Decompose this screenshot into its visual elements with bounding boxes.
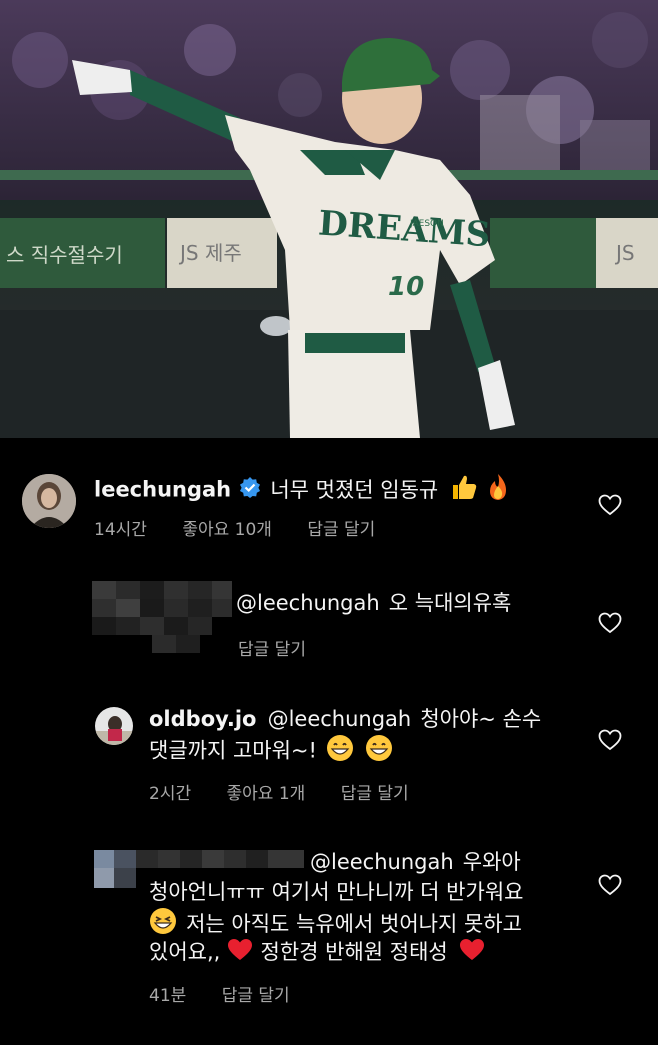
jersey-number: 10 xyxy=(388,272,424,302)
comment-text-line4b: 정한경 반해원 정태성 xyxy=(260,940,448,964)
banner-left-text: 스 직수절수기 xyxy=(6,243,123,267)
comment-mention[interactable]: @leechungah xyxy=(310,850,454,874)
comment-reply-item: @leechungah 오 늑대의유혹 답글 달기 xyxy=(0,558,658,668)
comment-mention[interactable]: @leechungah xyxy=(268,707,412,731)
comment-text-line4a: 있어요,, xyxy=(149,940,221,964)
like-heart-icon[interactable] xyxy=(598,729,622,751)
comment-reply-item: oldboy.jo @leechungah 청아야~ 손수 댓글까지 고마워~!… xyxy=(0,683,658,823)
comment-meta: 14시간 좋아요 10개 답글 달기 xyxy=(94,515,405,540)
banner-mid-text: JS 제주 xyxy=(178,241,242,265)
comment-text: 너무 멋졌던 임동규 xyxy=(270,477,439,502)
grinning-face-icon xyxy=(326,734,354,772)
reply-button[interactable]: 답글 달기 xyxy=(238,640,306,660)
fire-icon xyxy=(484,472,512,512)
verified-badge-icon xyxy=(239,476,261,508)
comment-text-line1: 청아야~ 손수 xyxy=(420,707,542,731)
baseball-player-photo: 스 직수절수기 JS 제주 JS DREAMS 10 JAESON xyxy=(0,0,658,438)
comment-text-line2: 청아언니ㅠㅠ 여기서 만나니까 더 반가워요 xyxy=(149,880,524,904)
comment-meta: 41분 답글 달기 xyxy=(149,981,320,1006)
avatar-image xyxy=(22,474,76,528)
comment-text: 오 늑대의유혹 xyxy=(388,591,512,615)
avatar[interactable] xyxy=(95,707,133,745)
comment-likes[interactable]: 좋아요 1개 xyxy=(227,784,306,804)
comment-time: 41분 xyxy=(149,986,187,1006)
comment-meta: 2시간 좋아요 1개 답글 달기 xyxy=(149,779,439,804)
comment-text-line3: 저는 아직도 늑유에서 벗어나지 못하고 xyxy=(186,911,522,936)
thumbs-up-icon xyxy=(449,472,479,512)
comment-text-line1: 우와아 xyxy=(462,850,521,874)
red-heart-icon xyxy=(459,938,485,972)
post-photo: 스 직수절수기 JS 제주 JS DREAMS 10 JAESON xyxy=(0,0,658,438)
avatar-image xyxy=(95,707,133,745)
comment-likes[interactable]: 좋아요 10개 xyxy=(182,520,272,540)
comment-time: 14시간 xyxy=(94,520,147,540)
comment-username[interactable]: oldboy.jo xyxy=(149,707,256,731)
blurred-username xyxy=(92,581,232,663)
reply-button[interactable]: 답글 달기 xyxy=(222,986,290,1006)
grinning-face-icon xyxy=(365,734,393,772)
comment-item: leechungah 너무 멋졌던 임동규 14시간 좋아요 10개 답글 달기 xyxy=(0,438,658,558)
comment-mention[interactable]: @leechungah xyxy=(236,591,380,615)
jersey-sponsor: JAESON xyxy=(409,219,444,229)
comment-time: 2시간 xyxy=(149,784,192,804)
like-heart-icon[interactable] xyxy=(598,612,622,634)
red-heart-icon xyxy=(227,938,253,972)
banner-right-text: JS xyxy=(614,241,635,265)
reply-button[interactable]: 답글 달기 xyxy=(307,520,375,540)
comments-section: leechungah 너무 멋졌던 임동규 14시간 좋아요 10개 답글 달기 xyxy=(0,438,658,1045)
comment-username[interactable]: leechungah xyxy=(94,478,231,502)
like-heart-icon[interactable] xyxy=(598,874,622,896)
avatar[interactable] xyxy=(22,474,76,528)
comment-reply-item: @leechungah 우와아 청아언니ㅠㅠ 여기서 만나니까 더 반가워요 저… xyxy=(0,838,658,1038)
like-heart-icon[interactable] xyxy=(598,494,622,516)
comment-meta: 답글 달기 xyxy=(238,635,336,660)
comment-text-line2: 댓글까지 고마워~! xyxy=(149,738,317,763)
reply-button[interactable]: 답글 달기 xyxy=(341,784,409,804)
